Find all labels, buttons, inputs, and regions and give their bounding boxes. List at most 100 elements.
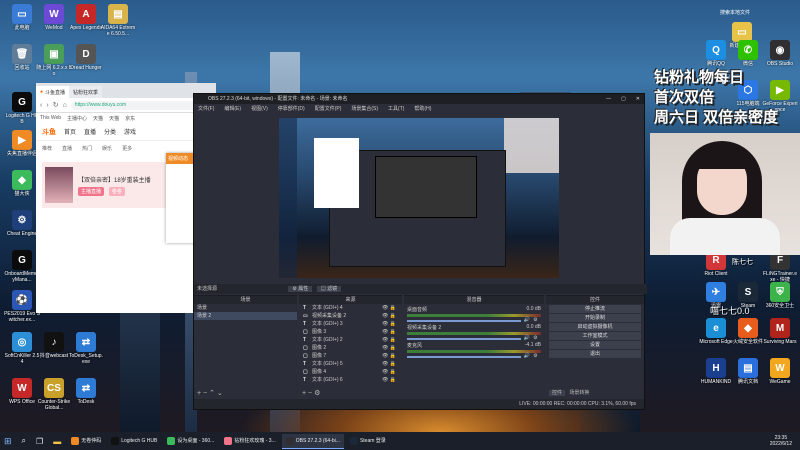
browser-tab[interactable]: ● 斗鱼直播 [36,86,70,98]
visibility-icon[interactable]: 👁 🔒 [382,312,396,320]
visibility-icon[interactable]: 👁 🔒 [382,320,396,328]
bookmark-item[interactable]: 京东 [125,115,135,122]
obs-menu-item[interactable]: 视图(V) [251,104,268,114]
desktop-icon[interactable]: ◉ OBS Studio [762,40,798,67]
add-source-icon[interactable]: + [302,390,306,397]
source-item[interactable]: ▢ 图像 4 👁 🔒 [299,368,402,376]
desktop-icon[interactable]: H HUMANKIND [698,358,734,385]
url-field[interactable]: https://www.douyu.com [70,100,212,110]
taskbar-item[interactable]: OBS 27.2.3 (64-bi... [281,433,344,449]
control-button[interactable]: 停止推流 [549,305,641,313]
file-explorer-button[interactable]: ▬ [49,434,65,448]
move-up-icon[interactable]: ⌃ [209,390,215,397]
site-nav-item[interactable]: 游戏 [124,127,136,136]
browser-window[interactable]: ● 斗鱼直播 钻粉狂欢季 ‹ › ↻ ⌂ https://www.douyu.co… [36,83,216,313]
control-button[interactable]: 启动虚拟摄像机 [549,323,641,331]
speaker-icon[interactable]: 🔊 [524,317,530,323]
desktop-icon[interactable]: ◆ 火绒安全软件 [730,318,766,345]
visibility-icon[interactable]: 👁 🔒 [382,304,396,312]
bookmark-item[interactable]: 天猫 [109,115,119,122]
site-nav-item[interactable]: 直播 [84,127,96,136]
filters-button[interactable]: ▤ 滤镜 [316,286,342,292]
close-icon[interactable]: ✕ [636,94,640,104]
speaker-icon[interactable]: 🔊 [524,353,530,359]
taskbar-item[interactable]: 钻粉狂欢玫瑰 - 3... [220,434,279,448]
start-button[interactable]: ⊞ [0,434,16,448]
control-button[interactable]: 退出 [549,350,641,358]
home-icon[interactable]: ⌂ [63,102,67,109]
bookmark-item[interactable]: 天猫 [93,115,103,122]
desktop-icon[interactable]: M Surviving Mars [762,318,798,345]
channel-settings-icon[interactable]: ⚙ [533,335,537,341]
visibility-icon[interactable]: 👁 🔒 [382,368,396,376]
control-button[interactable]: 开始录制 [549,314,641,322]
remove-scene-icon[interactable]: − [203,390,207,397]
desktop-icon[interactable]: ◆ 猫大侠 [4,170,40,197]
desktop-icon[interactable]: ⇄ ToDesk [68,378,104,405]
visibility-icon[interactable]: 👁 🔒 [382,360,396,368]
obs-menu-item[interactable]: 工具(T) [388,104,404,114]
control-button[interactable]: 设置 [549,341,641,349]
remove-source-icon[interactable]: − [308,390,312,397]
desktop-search-label[interactable]: 搜索本地文件 [720,9,750,16]
desktop-icon[interactable]: W WeGame [762,358,798,385]
volume-slider[interactable] [407,338,521,340]
minimize-icon[interactable]: — [606,94,611,104]
desktop-icon[interactable]: Q 腾讯QQ [698,40,734,67]
taskbar-item[interactable]: Steam 登录 [346,434,390,448]
category-item[interactable]: 直播 [62,145,72,152]
desktop-icon[interactable]: A Apex Legends [68,4,104,31]
visibility-icon[interactable]: 👁 🔒 [382,344,396,352]
desktop-icon[interactable]: ▣ 随上网 6.2.x.x bo [36,44,72,77]
category-item[interactable]: 推荐 [42,145,52,152]
volume-slider[interactable] [407,320,521,322]
desktop-icon[interactable]: ⚙ Cheat Engine [4,210,40,237]
source-item[interactable]: ▢ 图像 2 👁 🔒 [299,344,402,352]
tab-controls[interactable]: 控件 [549,390,566,396]
taskbar-search-button[interactable]: ⌕ [18,434,30,448]
desktop-icon[interactable]: G Logitech G HUB [4,92,40,125]
control-button[interactable]: 工作室模式 [549,332,641,340]
move-down-icon[interactable]: ⌄ [217,390,223,397]
add-scene-icon[interactable]: + [197,390,201,397]
tab-scene-transitions[interactable]: 场景转换 [566,390,592,396]
desktop-icon[interactable]: ♪ 抖音webcast [36,332,72,359]
card-button-2[interactable]: 卷卷 [108,186,125,196]
desktop-icon[interactable]: e Microsoft Edge [698,318,734,345]
scene-item[interactable]: 场景 [194,304,297,312]
desktop-icon[interactable]: ⇄ ToDesk_Setup.exe [68,332,104,365]
maximize-icon[interactable]: ▢ [621,94,626,104]
desktop-icon[interactable]: ✆ 微信 [730,40,766,67]
site-nav-item[interactable]: 分类 [104,127,116,136]
obs-menu-item[interactable]: 停靠部件(D) [278,104,305,114]
refresh-icon[interactable]: ↻ [53,101,59,109]
forward-icon[interactable]: › [46,102,48,109]
taskbar-item[interactable]: Logitech G HUB [107,434,161,448]
desktop-icon[interactable]: ⚽ PES2019 Evo Switcher.ex... [4,290,40,323]
back-icon[interactable]: ‹ [40,102,42,109]
source-item[interactable]: T 文本 (GDI+) 2 👁 🔒 [299,336,402,344]
desktop-icon[interactable]: ▤ 腾讯文档 [730,358,766,385]
source-settings-icon[interactable]: ⚙ [314,390,320,397]
desktop-icon[interactable]: W WeMod [36,4,72,31]
category-item[interactable]: 娱乐 [102,145,112,152]
source-item[interactable]: T 文本 (GDI+) 6 👁 🔒 [299,376,402,384]
volume-slider[interactable] [407,356,521,358]
obs-preview[interactable] [279,118,559,278]
desktop-icon[interactable]: CS Counter-Strike Global... [36,378,72,411]
channel-settings-icon[interactable]: ⚙ [533,317,537,323]
speaker-icon[interactable]: 🔊 [524,335,530,341]
obs-menu-item[interactable]: 帮助(H) [414,104,431,114]
desktop-icon[interactable]: G OnboardMemoryMana... [4,250,40,283]
visibility-icon[interactable]: 👁 🔒 [382,352,396,360]
bookmark-item[interactable]: 主播中心 [67,115,87,122]
taskbar-item[interactable]: 设为桌面 - 360... [163,434,218,448]
site-nav-item[interactable]: 首页 [64,127,76,136]
source-item[interactable]: ▢ 图像 7 👁 🔒 [299,352,402,360]
desktop-icon[interactable]: ◎ SoftCnKiller 2.54 [4,332,40,365]
desktop-icon[interactable]: 🗑 回收站 [4,44,40,71]
obs-window[interactable]: OBS 27.2.3 (64-bit, windows) - 配置文件: 未命名… [193,93,647,410]
source-item[interactable]: T 文本 (GDI+) 3 👁 🔒 [299,320,402,328]
browser-tab-2[interactable]: 钻粉狂欢季 [69,86,103,98]
visibility-icon[interactable]: 👁 🔒 [382,336,396,344]
